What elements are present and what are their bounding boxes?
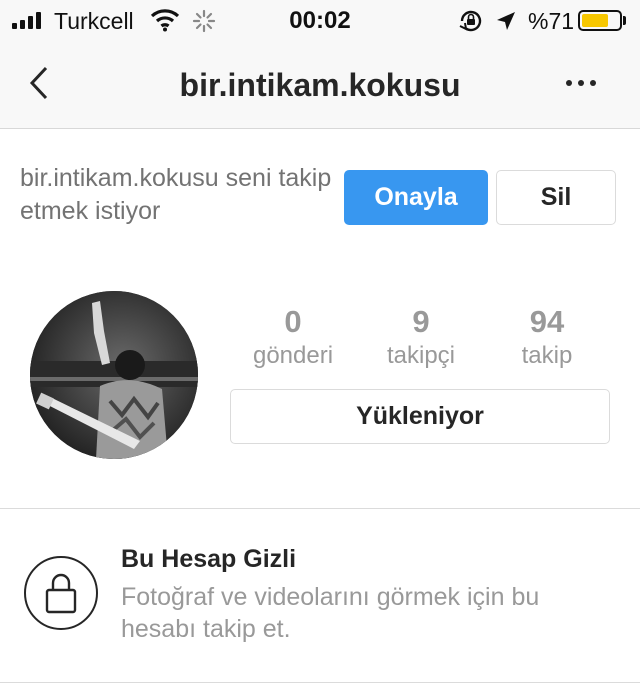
stat-following[interactable]: 94 takip [482, 303, 612, 371]
stat-following-value: 94 [529, 304, 565, 339]
status-bar: Turkcell 00:02 %71 [0, 0, 640, 42]
location-arrow-icon [495, 10, 517, 37]
private-account-title: Bu Hesap Gizli [121, 545, 297, 573]
nav-bar: bir.intikam.kokusu [0, 42, 640, 129]
divider [0, 682, 640, 683]
stat-posts-label: gönderi [252, 342, 334, 369]
rotation-lock-icon [458, 9, 484, 38]
page-title: bir.intikam.kokusu [179, 67, 461, 103]
lock-icon [24, 556, 98, 630]
more-horizontal-icon[interactable] [566, 80, 596, 86]
loading-button[interactable]: Yükleniyor [230, 389, 610, 444]
avatar[interactable] [30, 291, 198, 459]
approve-button[interactable]: Onayla [344, 170, 488, 225]
stat-posts[interactable]: 0 gönderi [228, 303, 358, 371]
stat-posts-value: 0 [284, 304, 302, 339]
follow-request-text: bir.intikam.kokusu seni takip etmek isti… [20, 164, 332, 225]
stat-followers-label: takipçi [386, 342, 456, 369]
private-account-description: Fotoğraf ve videolarını görmek için bu h… [121, 583, 540, 643]
stat-following-label: takip [521, 342, 573, 369]
delete-button[interactable]: Sil [496, 170, 616, 225]
battery-icon [578, 10, 622, 31]
battery-tip [623, 16, 626, 25]
stat-followers-value: 9 [412, 304, 430, 339]
divider [0, 508, 640, 509]
stat-followers[interactable]: 9 takipçi [356, 303, 486, 371]
battery-percentage: %71 [528, 8, 575, 34]
battery-fill [582, 14, 608, 27]
